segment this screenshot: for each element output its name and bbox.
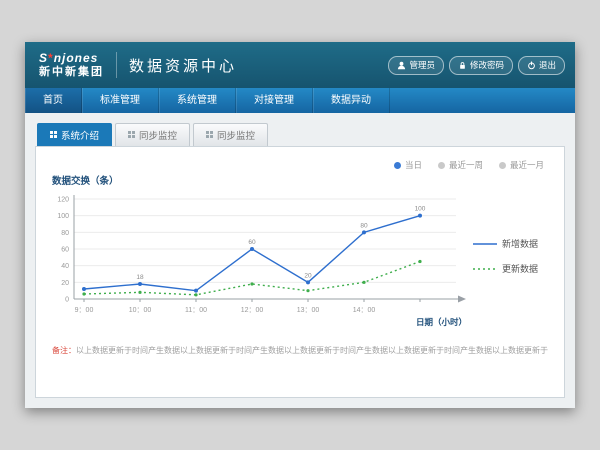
svg-text:10：00: 10：00	[129, 307, 152, 314]
range-legend: 当日 最近一周 最近一月	[394, 159, 544, 171]
svg-text:18: 18	[136, 274, 144, 281]
range-legend-item-1[interactable]: 当日	[394, 159, 422, 171]
range-legend-item-2[interactable]: 最近一周	[438, 159, 483, 171]
logo-wordmark: S*njones	[39, 52, 104, 65]
svg-text:80: 80	[61, 230, 69, 237]
line-chart: 0 20 40 60 80 100 120 9：00 10：00 11：00 12：00 13：00 1…	[44, 189, 469, 329]
tab-2[interactable]: 同步监控	[115, 123, 190, 146]
power-icon	[527, 61, 536, 70]
tab-label: 同步监控	[217, 128, 255, 142]
grid-icon	[206, 130, 213, 141]
svg-text:0: 0	[65, 297, 69, 304]
nav-item-1[interactable]: 首页	[25, 88, 82, 113]
svg-text:20: 20	[61, 280, 69, 287]
nav-item-2[interactable]: 标准管理	[82, 88, 159, 113]
svg-text:100: 100	[415, 206, 426, 213]
svg-text:60: 60	[61, 247, 69, 254]
app-window: S*njones 新中新集团 数据资源中心 管理员 修改密码 退出 首页标准管理…	[25, 42, 575, 408]
range-legend-label: 最近一周	[449, 159, 483, 171]
change-password-button[interactable]: 修改密码	[449, 56, 513, 75]
tab-label: 系统介绍	[61, 128, 99, 142]
svg-text:120: 120	[57, 197, 69, 204]
user-icon	[397, 61, 406, 70]
range-legend-label: 当日	[405, 159, 422, 171]
company-logo: S*njones 新中新集团	[39, 52, 104, 77]
series-legend-item-2[interactable]: 更新数据	[473, 262, 538, 275]
legend-dot-icon	[438, 162, 445, 169]
admin-button[interactable]: 管理员	[388, 56, 444, 75]
logout-button-label: 退出	[539, 59, 556, 71]
grid-icon	[50, 130, 57, 141]
svg-text:9：00: 9：00	[75, 307, 94, 314]
line-sample-icon	[473, 265, 497, 273]
line-sample-icon	[473, 240, 497, 248]
svg-text:100: 100	[57, 213, 69, 220]
lock-icon	[458, 61, 467, 70]
svg-text:12：00: 12：00	[241, 307, 264, 314]
svg-text:11：00: 11：00	[185, 307, 207, 314]
svg-text:80: 80	[360, 222, 368, 229]
tab-3[interactable]: 同步监控	[193, 123, 268, 146]
note: 备注：以上数据更新于时间产生数据以上数据更新于时间产生数据以上数据更新于时间产生…	[36, 345, 564, 356]
page-title: 数据资源中心	[129, 55, 237, 76]
tab-bar: 系统介绍 同步监控 同步监控	[37, 123, 565, 146]
svg-text:14：00: 14：00	[353, 307, 376, 314]
svg-text:13：00: 13：00	[297, 307, 320, 314]
nav-item-4[interactable]: 对接管理	[236, 88, 313, 113]
series-legend-item-1[interactable]: 新增数据	[473, 237, 538, 250]
legend-dot-icon	[499, 162, 506, 169]
note-label: 备注：	[52, 346, 76, 355]
app-header: S*njones 新中新集团 数据资源中心 管理员 修改密码 退出	[25, 42, 575, 88]
tab-label: 同步监控	[139, 128, 177, 142]
company-name: 新中新集团	[39, 66, 104, 78]
admin-button-label: 管理员	[409, 59, 435, 71]
chart-card: 当日 最近一周 最近一月 数据交换（条） 0 20 40 60 80 100 120 9：00 10…	[35, 146, 565, 398]
legend-dot-icon	[394, 162, 401, 169]
logout-button[interactable]: 退出	[518, 56, 565, 75]
svg-text:日期（小时）: 日期（小时）	[416, 317, 467, 327]
chart-row: 0 20 40 60 80 100 120 9：00 10：00 11：00 12：00 13：00 1…	[44, 189, 564, 329]
nav-item-3[interactable]: 系统管理	[159, 88, 236, 113]
range-legend-item-3[interactable]: 最近一月	[499, 159, 544, 171]
header-divider	[116, 52, 117, 78]
series-legend: 新增数据更新数据	[473, 237, 538, 275]
grid-icon	[128, 130, 135, 141]
svg-text:20: 20	[304, 272, 312, 279]
content-area: 系统介绍 同步监控 同步监控 当日 最近一周 最近一月 数据交换（条） 0 20 40 60 8…	[25, 113, 575, 398]
main-nav: 首页标准管理系统管理对接管理数据异动	[25, 88, 575, 113]
svg-text:40: 40	[61, 263, 69, 270]
change-password-button-label: 修改密码	[470, 59, 504, 71]
logo-prefix: S	[39, 51, 48, 65]
tab-1[interactable]: 系统介绍	[37, 123, 112, 146]
logo-suffix: njones	[54, 51, 99, 65]
note-text: 以上数据更新于时间产生数据以上数据更新于时间产生数据以上数据更新于时间产生数据以…	[76, 346, 548, 355]
y-axis-title: 数据交换（条）	[52, 173, 564, 187]
svg-text:60: 60	[248, 239, 256, 246]
series-legend-label: 新增数据	[502, 237, 538, 250]
series-legend-label: 更新数据	[502, 262, 538, 275]
range-legend-label: 最近一月	[510, 159, 544, 171]
nav-item-5[interactable]: 数据异动	[313, 88, 390, 113]
header-actions: 管理员 修改密码 退出	[388, 56, 565, 75]
